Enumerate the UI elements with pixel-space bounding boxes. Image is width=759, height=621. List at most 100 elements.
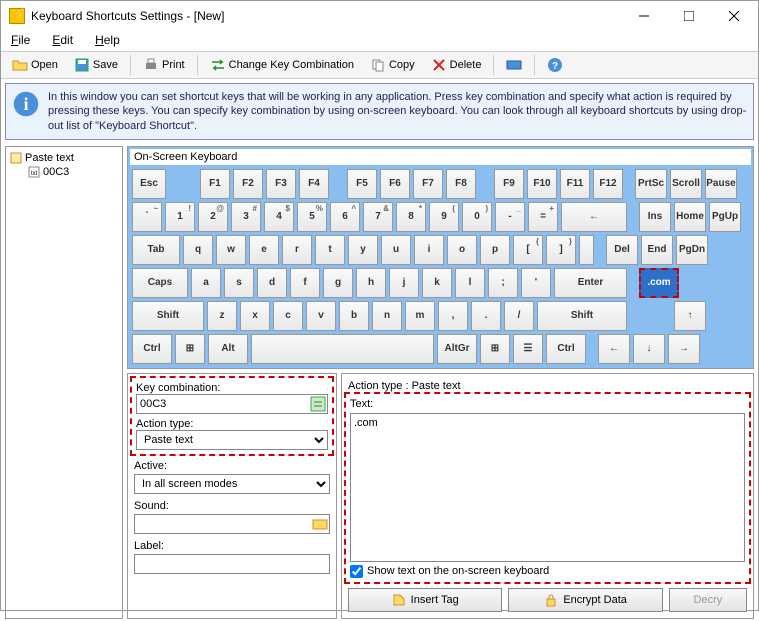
help-button[interactable]: ?: [540, 54, 570, 76]
show-text-check[interactable]: [350, 565, 363, 578]
key-[interactable]: ←: [598, 334, 630, 364]
close-button[interactable]: [711, 2, 756, 30]
key-s[interactable]: s: [224, 268, 254, 298]
keycomb-input[interactable]: [136, 394, 328, 414]
key-d[interactable]: d: [257, 268, 287, 298]
key-f1[interactable]: F1: [200, 169, 230, 199]
key-[interactable]: →: [668, 334, 700, 364]
keycomb-edit-icon[interactable]: [310, 396, 326, 412]
key-[interactable]: ': [521, 268, 551, 298]
key-4[interactable]: 4$: [264, 202, 294, 232]
key-b[interactable]: b: [339, 301, 369, 331]
key-[interactable]: ;: [488, 268, 518, 298]
change-key-button[interactable]: Change Key Combination: [203, 54, 361, 76]
key-space[interactable]: [251, 334, 434, 364]
key-f5[interactable]: F5: [347, 169, 377, 199]
key-[interactable]: ↓: [633, 334, 665, 364]
key-pgdn[interactable]: PgDn: [676, 235, 708, 265]
key-space[interactable]: [579, 235, 594, 265]
key-e[interactable]: e: [249, 235, 279, 265]
key-n[interactable]: n: [372, 301, 402, 331]
print-button[interactable]: Print: [136, 54, 192, 76]
key-f4[interactable]: F4: [299, 169, 329, 199]
encrypt-button[interactable]: Encrypt Data: [508, 588, 662, 612]
key-shift[interactable]: Shift: [537, 301, 627, 331]
save-button[interactable]: Save: [67, 54, 125, 76]
key-c[interactable]: c: [273, 301, 303, 331]
key-2[interactable]: 2@: [198, 202, 228, 232]
key-a[interactable]: a: [191, 268, 221, 298]
key-[interactable]: .: [471, 301, 501, 331]
actiontype-select[interactable]: Paste text: [136, 430, 328, 450]
key-home[interactable]: Home: [674, 202, 706, 232]
key-6[interactable]: 6^: [330, 202, 360, 232]
key-1[interactable]: 1!: [165, 202, 195, 232]
key-r[interactable]: r: [282, 235, 312, 265]
key-p[interactable]: p: [480, 235, 510, 265]
key-i[interactable]: i: [414, 235, 444, 265]
key-f12[interactable]: F12: [593, 169, 623, 199]
key-pgup[interactable]: PgUp: [709, 202, 741, 232]
key-5[interactable]: 5%: [297, 202, 327, 232]
key-g[interactable]: g: [323, 268, 353, 298]
key-f9[interactable]: F9: [494, 169, 524, 199]
key-esc[interactable]: Esc: [132, 169, 166, 199]
key-w[interactable]: w: [216, 235, 246, 265]
key-f3[interactable]: F3: [266, 169, 296, 199]
key-[interactable]: ]}: [546, 235, 576, 265]
key-f2[interactable]: F2: [233, 169, 263, 199]
key-ctrl[interactable]: Ctrl: [132, 334, 172, 364]
key-y[interactable]: y: [348, 235, 378, 265]
key-o[interactable]: o: [447, 235, 477, 265]
key-alt[interactable]: Alt: [208, 334, 248, 364]
key-h[interactable]: h: [356, 268, 386, 298]
key-f[interactable]: f: [290, 268, 320, 298]
key-9[interactable]: 9(: [429, 202, 459, 232]
key-[interactable]: ⊞: [480, 334, 510, 364]
key-[interactable]: ,: [438, 301, 468, 331]
key-t[interactable]: t: [315, 235, 345, 265]
key-com[interactable]: .com: [639, 268, 679, 298]
key-k[interactable]: k: [422, 268, 452, 298]
key-m[interactable]: m: [405, 301, 435, 331]
key-del[interactable]: Del: [606, 235, 638, 265]
key-[interactable]: -_: [495, 202, 525, 232]
delete-button[interactable]: Delete: [424, 54, 489, 76]
key-[interactable]: ←: [561, 202, 627, 232]
key-f11[interactable]: F11: [560, 169, 590, 199]
key-[interactable]: =+: [528, 202, 558, 232]
active-select[interactable]: In all screen modes: [134, 474, 330, 494]
text-area[interactable]: .com: [350, 413, 745, 562]
tree-root[interactable]: Paste text: [10, 151, 118, 165]
key-scroll[interactable]: Scroll: [670, 169, 702, 199]
key-[interactable]: `~: [132, 202, 162, 232]
key-q[interactable]: q: [183, 235, 213, 265]
key-7[interactable]: 7&: [363, 202, 393, 232]
key-u[interactable]: u: [381, 235, 411, 265]
label-input[interactable]: [134, 554, 330, 574]
key-l[interactable]: l: [455, 268, 485, 298]
menu-file[interactable]: File: [7, 31, 34, 51]
sound-input[interactable]: [134, 514, 330, 534]
key-end[interactable]: End: [641, 235, 673, 265]
key-z[interactable]: z: [207, 301, 237, 331]
key-f7[interactable]: F7: [413, 169, 443, 199]
menu-help[interactable]: Help: [91, 31, 124, 51]
key-f8[interactable]: F8: [446, 169, 476, 199]
key-0[interactable]: 0): [462, 202, 492, 232]
key-pause[interactable]: Pause: [705, 169, 737, 199]
key-enter[interactable]: Enter: [554, 268, 627, 298]
sound-browse-icon[interactable]: [312, 516, 328, 532]
show-text-checkbox[interactable]: Show text on the on-screen keyboard: [350, 565, 745, 578]
insert-tag-button[interactable]: Insert Tag: [348, 588, 502, 612]
key-tab[interactable]: Tab: [132, 235, 180, 265]
menu-edit[interactable]: Edit: [48, 31, 77, 51]
key-[interactable]: [{: [513, 235, 543, 265]
key-[interactable]: ⊞: [175, 334, 205, 364]
key-v[interactable]: v: [306, 301, 336, 331]
keyboard-toggle-button[interactable]: [499, 54, 529, 76]
open-button[interactable]: Open: [5, 54, 65, 76]
maximize-button[interactable]: [666, 2, 711, 30]
key-ctrl[interactable]: Ctrl: [546, 334, 586, 364]
key-[interactable]: ↑: [674, 301, 706, 331]
